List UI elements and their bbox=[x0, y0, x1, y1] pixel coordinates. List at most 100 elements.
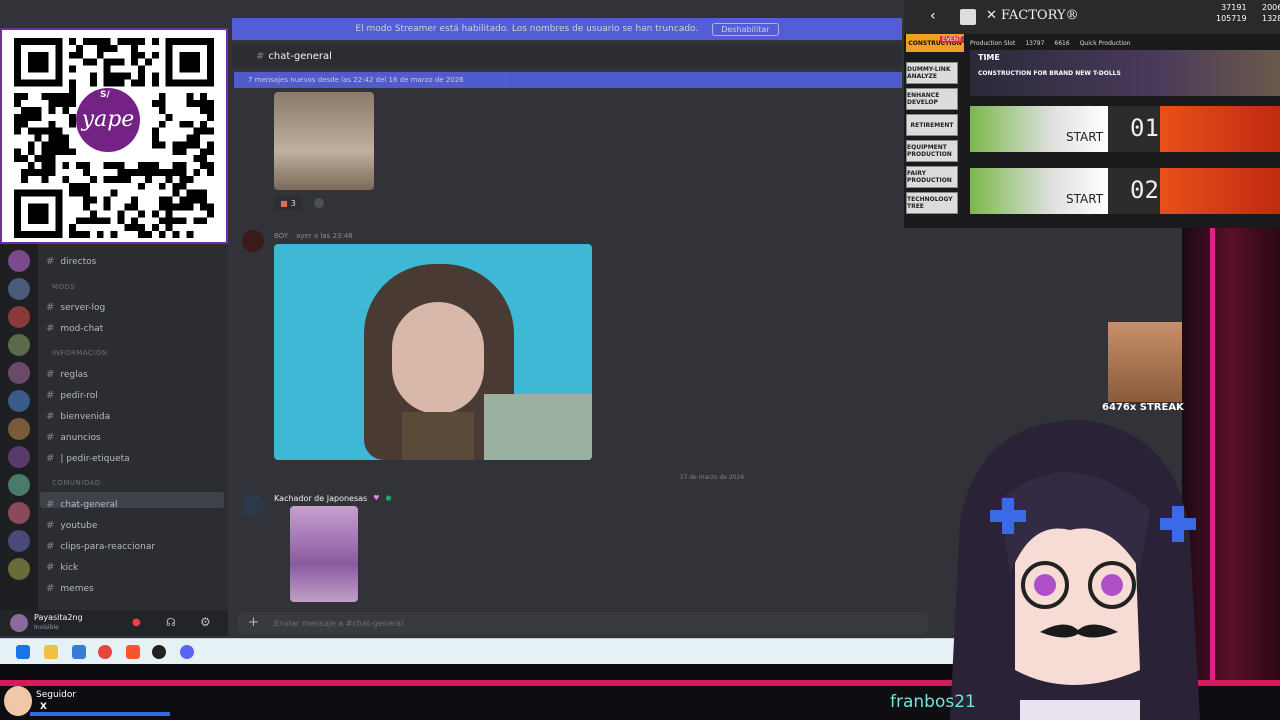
t-doll-contract: 6616 bbox=[1054, 39, 1070, 47]
follower-avatar bbox=[4, 686, 32, 716]
server-icon[interactable] bbox=[8, 446, 30, 468]
factory-menu-item[interactable]: DUMMY-LINK ANALYZE bbox=[906, 62, 958, 84]
yape-qr-panel: yape S/ bbox=[0, 28, 228, 244]
sidebar-channel[interactable]: # reglas bbox=[46, 369, 88, 380]
avatar[interactable] bbox=[242, 230, 264, 252]
hash-icon: # bbox=[46, 390, 55, 401]
headset-icon[interactable]: ☊ bbox=[166, 616, 176, 629]
home-icon[interactable] bbox=[960, 9, 976, 25]
factory-game-window: ‹ ✕ FACTORY® 37191 105719 2006 1328 CONSTR… bbox=[902, 0, 1280, 228]
server-icon[interactable] bbox=[8, 250, 30, 272]
attachment-image[interactable] bbox=[290, 506, 358, 602]
taskview-icon[interactable] bbox=[72, 645, 86, 659]
file-explorer-icon[interactable] bbox=[44, 645, 58, 659]
server-icon[interactable] bbox=[8, 306, 30, 328]
add-reaction-icon[interactable] bbox=[314, 198, 324, 208]
slot-start-card[interactable] bbox=[1160, 106, 1280, 152]
message-author[interactable]: BOY bbox=[274, 232, 288, 240]
sidebar-channel[interactable]: # memes bbox=[46, 583, 94, 594]
factory-title: ✕ FACTORY® bbox=[986, 8, 1079, 23]
hash-icon: # bbox=[46, 256, 55, 267]
vtuber-avatar bbox=[950, 420, 1200, 720]
server-icon[interactable] bbox=[8, 474, 30, 496]
sidebar-channel[interactable]: # server-log bbox=[46, 302, 105, 313]
channel-label: chat-general bbox=[60, 499, 118, 510]
factory-menu-item[interactable]: RETIREMENT bbox=[906, 114, 958, 136]
hash-icon: # bbox=[46, 302, 55, 313]
sidebar-channel[interactable]: # bienvenida bbox=[46, 411, 110, 422]
message-author[interactable]: Kachador de Japonesas bbox=[274, 494, 367, 503]
sidebar-channel[interactable]: # anuncios bbox=[46, 432, 101, 443]
discord-icon[interactable] bbox=[180, 645, 194, 659]
avatar[interactable] bbox=[10, 614, 28, 632]
reaction-chip[interactable]: ■ 3 bbox=[274, 196, 302, 210]
factory-menu-item[interactable]: TECHNOLOGY TREE bbox=[906, 192, 958, 214]
message-composer[interactable]: + Enviar mensaje a #chat-general bbox=[238, 612, 928, 634]
currency-symbol: S/ bbox=[100, 90, 110, 100]
sidebar-channel[interactable]: # kick bbox=[46, 562, 78, 573]
brave-icon[interactable] bbox=[126, 645, 140, 659]
sidebar-channel[interactable]: # youtube bbox=[46, 520, 97, 531]
hash-icon: # bbox=[46, 453, 55, 464]
chrome-icon[interactable] bbox=[98, 645, 112, 659]
channel-label: server-log bbox=[60, 302, 106, 313]
server-icon[interactable] bbox=[8, 530, 30, 552]
server-icon[interactable] bbox=[8, 502, 30, 524]
hash-icon: # bbox=[46, 432, 55, 443]
server-icon[interactable] bbox=[8, 558, 30, 580]
factory-menu-item[interactable]: ENHANCE DEVELOP bbox=[906, 88, 958, 110]
embedded-webcam-image[interactable] bbox=[274, 244, 592, 460]
server-icon[interactable] bbox=[8, 334, 30, 356]
taskbar bbox=[0, 638, 980, 664]
back-icon[interactable]: ‹ bbox=[930, 8, 936, 24]
production-slot[interactable]: START 01 bbox=[970, 106, 1280, 152]
hash-icon: # bbox=[46, 323, 55, 334]
sidebar-channel[interactable]: # | pedir-etiqueta bbox=[46, 453, 130, 464]
server-rail bbox=[0, 244, 38, 610]
hash-icon: # bbox=[46, 411, 55, 422]
user-panel: Payasita2ng Invisible ● ☊ ⚙ bbox=[0, 610, 228, 636]
category-community[interactable]: COMUNIDAD bbox=[52, 479, 101, 487]
sidebar-channel[interactable]: # directos bbox=[46, 256, 96, 267]
sidebar-channel[interactable]: # clips-para-reaccionar bbox=[46, 541, 155, 552]
plus-icon[interactable]: + bbox=[248, 615, 259, 630]
sidebar-channel[interactable]: # chat-general bbox=[46, 499, 118, 510]
banner-text: CONSTRUCTION FOR BRAND NEW T-DOLLS bbox=[978, 70, 1121, 77]
attachment-image[interactable] bbox=[274, 92, 374, 190]
disable-streamer-button[interactable]: Deshabilitar bbox=[712, 22, 779, 36]
server-icon[interactable] bbox=[8, 390, 30, 412]
hash-icon: # bbox=[46, 541, 55, 552]
factory-menu-item[interactable]: EQUIPMENT PRODUCTION bbox=[906, 140, 958, 162]
x-icon: X bbox=[40, 702, 47, 712]
quick-production[interactable]: Quick Production bbox=[1080, 40, 1131, 47]
user-status: Invisible bbox=[34, 624, 59, 631]
production-slot-row: Production Slot 13797 6616 Quick Product… bbox=[970, 36, 1280, 50]
category-mods[interactable]: MODS bbox=[52, 283, 75, 291]
obs-icon[interactable] bbox=[152, 645, 166, 659]
sidebar-channel[interactable]: # pedir-rol bbox=[46, 390, 98, 401]
streak-emote-image bbox=[1108, 322, 1182, 402]
gear-icon[interactable]: ⚙ bbox=[200, 615, 211, 629]
production-label: Production Slot bbox=[970, 39, 1016, 47]
mic-muted-icon[interactable]: ● bbox=[132, 617, 141, 628]
sidebar-channel[interactable]: # mod-chat bbox=[46, 323, 103, 334]
follower-goal-progress bbox=[30, 712, 170, 716]
new-messages-bar[interactable]: 7 mensajes nuevos desde las 22:42 del 16… bbox=[234, 72, 902, 88]
windows-start-icon[interactable] bbox=[16, 645, 30, 659]
category-info[interactable]: INFORMACIÓN bbox=[52, 349, 108, 357]
server-icon[interactable] bbox=[8, 418, 30, 440]
factory-menu-item[interactable]: FAIRY PRODUCTION bbox=[906, 166, 958, 188]
channel-label: clips-para-reaccionar bbox=[60, 541, 156, 552]
production-slot[interactable]: START 02 bbox=[970, 168, 1280, 214]
server-icon[interactable] bbox=[8, 362, 30, 384]
resource-counter: 2006 1328 bbox=[1262, 3, 1280, 23]
hash-icon: # bbox=[46, 583, 55, 594]
slot-start-card[interactable] bbox=[1160, 168, 1280, 214]
slot-start-card[interactable] bbox=[970, 106, 1108, 152]
avatar[interactable] bbox=[242, 494, 264, 516]
slot-start-card[interactable] bbox=[970, 168, 1108, 214]
verified-icon: ● bbox=[385, 494, 392, 502]
server-icon[interactable] bbox=[8, 278, 30, 300]
event-banner[interactable]: TIME CONSTRUCTION FOR BRAND NEW T-DOLLS bbox=[970, 50, 1280, 96]
time-label: TIME bbox=[978, 53, 1000, 62]
